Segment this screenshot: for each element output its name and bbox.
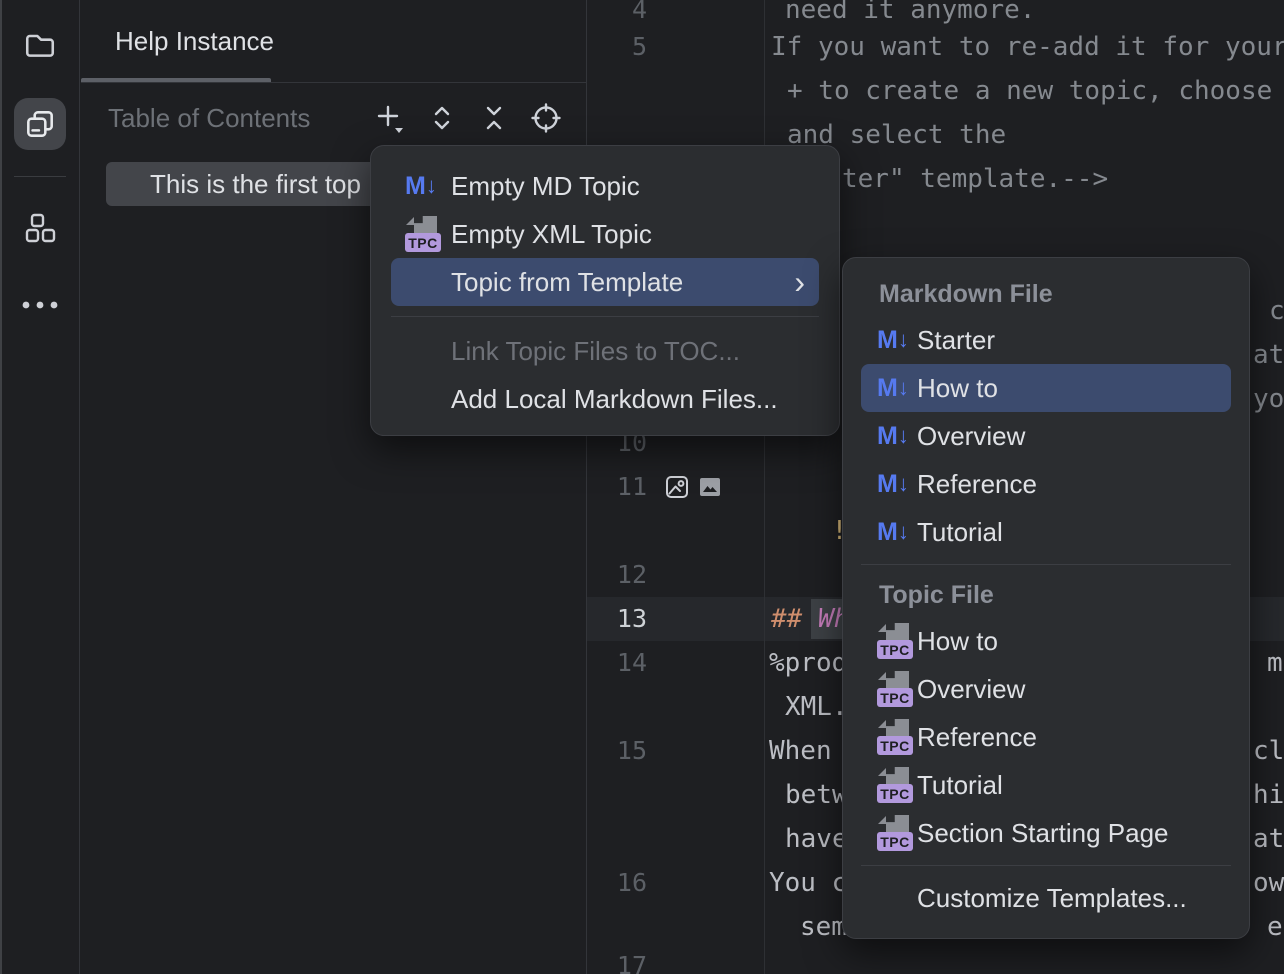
menu-separator xyxy=(861,564,1231,565)
code-fragment: yo xyxy=(1253,377,1284,421)
menu-item-topic-from-template[interactable]: Topic from Template › xyxy=(391,258,819,306)
activity-bar xyxy=(0,0,80,974)
code-line-5-wrap-1: + to create a new topic, choose t xyxy=(787,69,1284,113)
expand-all-icon xyxy=(426,102,458,134)
window-edge xyxy=(0,0,2,974)
code-line-14-wrap: XML. xyxy=(785,685,848,729)
markdown-file-icon: M↓ xyxy=(877,512,917,552)
instances-icon xyxy=(23,107,57,141)
code-fragment: c xyxy=(1269,289,1284,333)
line-number: 14 xyxy=(587,641,647,685)
submenu-item-how-to-md[interactable]: M↓ How to xyxy=(861,364,1231,412)
menu-item-label: Add Local Markdown Files... xyxy=(451,384,778,415)
code-line-16: You c xyxy=(769,861,847,905)
menu-item-label: Empty XML Topic xyxy=(451,219,652,250)
topic-file-icon: TPC xyxy=(405,214,451,254)
tool-window-title[interactable]: Help Instance xyxy=(115,26,274,57)
code-fragment: at xyxy=(1253,333,1284,377)
submenu-item-overview-topic[interactable]: TPC Overview xyxy=(861,665,1231,713)
writerside-ide: { "icons": { "md_m": "M", "md_arrow": "↓… xyxy=(0,0,1284,974)
add-topic-context-menu: M↓ Empty MD Topic TPC Empty XML Topic To… xyxy=(370,145,840,436)
code-line-15: When xyxy=(769,729,832,773)
structure-tool-button[interactable] xyxy=(14,202,66,254)
menu-separator xyxy=(861,865,1231,866)
code-fragment: at xyxy=(1253,817,1284,861)
submenu-section-header: Topic File xyxy=(843,573,1249,617)
image-preview-filled-icon[interactable] xyxy=(697,474,723,500)
topic-file-icon: TPC xyxy=(877,813,917,853)
menu-item-link-topic-files: Link Topic Files to TOC... xyxy=(391,327,819,375)
code-line-5-wrap-3: ter" template.--> xyxy=(842,157,1108,201)
menu-item-label: Link Topic Files to TOC... xyxy=(451,336,740,367)
menu-item-label: Empty MD Topic xyxy=(451,171,640,202)
submenu-item-reference-md[interactable]: M↓ Reference xyxy=(861,460,1231,508)
line-number: 12 xyxy=(587,553,647,597)
code-line-14: %prod xyxy=(769,641,847,685)
line-number-current: 13 xyxy=(587,597,647,641)
help-instance-tool-button[interactable] xyxy=(14,98,66,150)
submenu-item-reference-topic[interactable]: TPC Reference xyxy=(861,713,1231,761)
code-line-5: If you want to re-add it for your xyxy=(771,25,1284,69)
submenu-item-tutorial-md[interactable]: M↓ Tutorial xyxy=(861,508,1231,556)
activity-bar-divider xyxy=(14,176,66,177)
submenu-item-customize-templates[interactable]: Customize Templates... xyxy=(861,874,1231,922)
panel-title: Table of Contents xyxy=(108,83,310,153)
menu-item-add-local-markdown[interactable]: Add Local Markdown Files... xyxy=(391,375,819,423)
code-fragment: e xyxy=(1267,905,1283,949)
image-preview-outline-icon[interactable] xyxy=(664,474,690,500)
collapse-all-icon xyxy=(478,102,510,134)
project-tool-button[interactable] xyxy=(14,19,66,71)
line-number: 17 xyxy=(587,944,647,974)
structure-icon xyxy=(22,210,58,246)
code-fragment: hi xyxy=(1253,773,1284,817)
menu-item-empty-xml-topic[interactable]: TPC Empty XML Topic xyxy=(391,210,819,258)
submenu-item-starter[interactable]: M↓ Starter xyxy=(861,316,1231,364)
folder-icon xyxy=(23,28,57,62)
expand-all-button[interactable] xyxy=(424,100,460,136)
line-number: 16 xyxy=(587,861,647,905)
active-tab-indicator xyxy=(81,78,271,82)
menu-item-label: Topic from Template xyxy=(451,267,683,298)
toc-toolbar: Table of Contents xyxy=(81,83,586,153)
heading-hashes: ## xyxy=(771,597,802,641)
code-line-15-wrap-2: have xyxy=(785,817,848,861)
collapse-all-button[interactable] xyxy=(476,100,512,136)
code-line-11-right: ){ xyxy=(1253,465,1284,597)
code-line-16-wrap: sem xyxy=(800,905,847,949)
more-dots-icon xyxy=(20,299,60,311)
code-line-15-wrap-1: betw xyxy=(785,773,848,817)
topic-file-icon: TPC xyxy=(877,765,917,805)
submenu-section-header: Markdown File xyxy=(843,272,1249,316)
topic-file-icon: TPC xyxy=(877,669,917,709)
topic-template-submenu: Markdown File M↓ Starter M↓ How to M↓ Ov… xyxy=(842,257,1250,939)
topic-file-icon: TPC xyxy=(877,717,917,757)
submenu-item-section-starting-page[interactable]: TPC Section Starting Page xyxy=(861,809,1231,857)
markdown-file-icon: M↓ xyxy=(877,464,917,504)
markdown-file-icon: M↓ xyxy=(877,416,917,456)
markdown-file-icon: M↓ xyxy=(877,368,917,408)
line-number: 11 xyxy=(587,465,647,509)
markdown-file-icon: M↓ xyxy=(405,166,451,206)
submenu-item-overview-md[interactable]: M↓ Overview xyxy=(861,412,1231,460)
line-number: 5 xyxy=(587,25,647,69)
submenu-item-tutorial-topic[interactable]: TPC Tutorial xyxy=(861,761,1231,809)
toc-item-label: This is the first top xyxy=(150,169,361,200)
line-number: 15 xyxy=(587,729,647,773)
submenu-chevron-icon: › xyxy=(794,266,805,298)
submenu-item-how-to-topic[interactable]: TPC How to xyxy=(861,617,1231,665)
plus-dropdown-icon xyxy=(373,101,407,135)
code-fragment: cl xyxy=(1253,729,1284,773)
menu-item-empty-md-topic[interactable]: M↓ Empty MD Topic xyxy=(391,162,819,210)
topic-file-icon: TPC xyxy=(877,621,917,661)
add-topic-button[interactable] xyxy=(372,100,408,136)
code-fragment: ow xyxy=(1253,861,1284,905)
locate-button[interactable] xyxy=(528,100,564,136)
code-fragment: m xyxy=(1267,641,1283,685)
markdown-file-icon: M↓ xyxy=(877,320,917,360)
more-tool-windows-button[interactable] xyxy=(14,279,66,331)
menu-separator xyxy=(391,316,819,317)
tool-window-header: Help Instance xyxy=(81,0,586,83)
target-icon xyxy=(529,101,563,135)
